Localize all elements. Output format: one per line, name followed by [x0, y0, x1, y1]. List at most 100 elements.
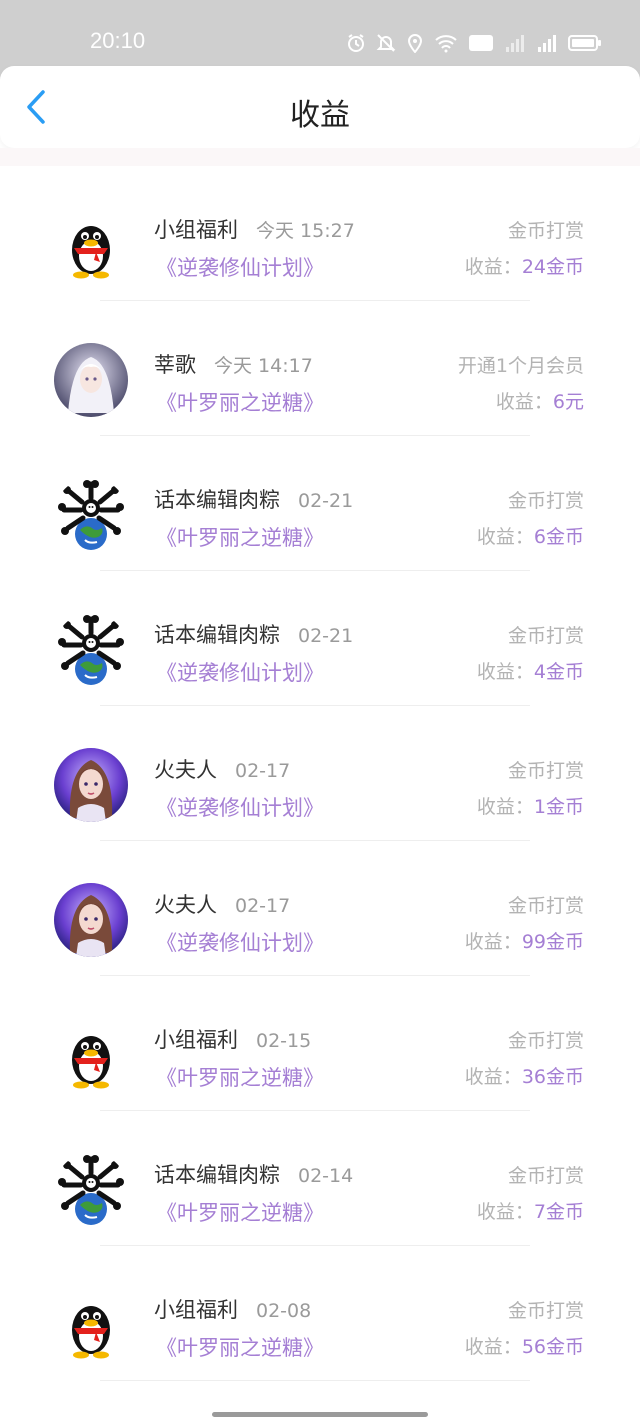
book-title-link[interactable]: 《叶罗丽之逆糖》 [156, 1062, 324, 1092]
user-name: 话本编辑肉粽 02-21 [154, 484, 353, 514]
5g-signal-icon [534, 33, 558, 53]
earning-value: 4金币 [533, 661, 584, 683]
user-name-text: 话本编辑肉粽 [154, 488, 280, 512]
timestamp: 今天 14:17 [214, 355, 313, 377]
list-item[interactable]: 火夫人 02-17 《逆袭修仙计划》 金币打赏收益：99金币 [0, 841, 640, 976]
user-name-text: 火夫人 [154, 893, 217, 917]
timestamp: 02-14 [298, 1165, 354, 1187]
earning-type: 开通1个月会员 [457, 355, 584, 377]
avatar[interactable] [54, 1288, 128, 1362]
user-name: 莘歌 今天 14:17 [154, 349, 313, 379]
timestamp: 02-17 [235, 760, 291, 782]
list-item[interactable]: 莘歌 今天 14:17 《叶罗丽之逆糖》 开通1个月会员收益：6元 [0, 301, 640, 436]
book-title-link[interactable]: 《逆袭修仙计划》 [156, 657, 324, 687]
location-icon [406, 33, 424, 53]
earning-amount: 收益：56金币 [465, 1332, 584, 1359]
book-title-link[interactable]: 《叶罗丽之逆糖》 [156, 1332, 324, 1362]
earning-amount: 收益：7金币 [477, 1197, 584, 1224]
book-title-link[interactable]: 《叶罗丽之逆糖》 [156, 1197, 324, 1227]
earning-amount: 收益：4金币 [477, 657, 584, 684]
earning-value: 1金币 [533, 796, 584, 818]
timestamp: 02-21 [298, 490, 354, 512]
list-item[interactable]: 话本编辑肉粽 02-14 《叶罗丽之逆糖》 金币打赏收益：7金币 [0, 1111, 640, 1246]
earning-label: 收益： [464, 1066, 522, 1088]
timestamp: 02-15 [256, 1030, 312, 1052]
book-title-link[interactable]: 《逆袭修仙计划》 [156, 252, 324, 282]
earning-type: 金币打赏 [507, 1030, 584, 1052]
status-icons [346, 30, 602, 56]
earning-amount: 收益：1金币 [477, 792, 584, 819]
earning-value: 6金币 [533, 526, 584, 548]
divider [100, 1380, 530, 1381]
earning-label: 收益： [464, 256, 522, 278]
user-name-text: 话本编辑肉粽 [154, 623, 280, 647]
earning-label: 收益： [476, 1201, 534, 1223]
header: 收益 [0, 66, 640, 148]
earning-type: 金币打赏 [507, 625, 584, 647]
earning-type: 金币打赏 [507, 490, 584, 512]
earning-value: 99金币 [521, 931, 584, 953]
list-item[interactable]: 小组福利 今天 15:27 《逆袭修仙计划》 金币打赏收益：24金币 [0, 166, 640, 301]
user-name-text: 火夫人 [154, 758, 217, 782]
avatar[interactable] [54, 1018, 128, 1092]
list-item[interactable]: 火夫人 02-17 《逆袭修仙计划》 金币打赏收益：1金币 [0, 706, 640, 841]
book-title-link[interactable]: 《叶罗丽之逆糖》 [156, 387, 324, 417]
earning-type: 金币打赏 [507, 220, 584, 242]
header-divider [0, 148, 640, 166]
earning-value: 56金币 [521, 1336, 584, 1358]
user-name: 火夫人 02-17 [154, 889, 290, 919]
avatar[interactable] [54, 343, 128, 417]
list-item[interactable]: 小组福利 02-15 《叶罗丽之逆糖》 金币打赏收益：36金币 [0, 976, 640, 1111]
alarm-icon [346, 33, 366, 53]
user-name-text: 小组福利 [154, 1298, 238, 1322]
earning-type: 金币打赏 [507, 1300, 584, 1322]
status-time: 20:10 [90, 28, 146, 53]
avatar[interactable] [54, 748, 128, 822]
page-title: 收益 [290, 98, 350, 133]
user-name-text: 莘歌 [154, 353, 196, 377]
earning-amount: 收益：99金币 [465, 927, 584, 954]
avatar[interactable] [54, 208, 128, 282]
list-item[interactable]: 小组福利 02-08 《叶罗丽之逆糖》 金币打赏收益：56金币 [0, 1246, 640, 1381]
earning-label: 收益： [495, 391, 553, 413]
earning-label: 收益： [476, 661, 534, 683]
earning-value: 36金币 [521, 1066, 584, 1088]
avatar[interactable] [54, 478, 128, 552]
avatar[interactable] [54, 1153, 128, 1227]
earning-type: 金币打赏 [507, 895, 584, 917]
home-indicator[interactable] [212, 1412, 428, 1417]
user-name: 话本编辑肉粽 02-21 [154, 619, 353, 649]
earning-label: 收益： [464, 1336, 522, 1358]
avatar[interactable] [54, 883, 128, 957]
list-item[interactable]: 话本编辑肉粽 02-21 《叶罗丽之逆糖》 金币打赏收益：6金币 [0, 436, 640, 571]
user-name: 小组福利 02-08 [154, 1294, 311, 1324]
book-title-link[interactable]: 《叶罗丽之逆糖》 [156, 522, 324, 552]
user-name-text: 小组福利 [154, 1028, 238, 1052]
timestamp: 02-17 [235, 895, 291, 917]
earning-label: 收益： [476, 526, 534, 548]
mute-bell-icon [376, 33, 396, 53]
earning-amount: 收益：6金币 [477, 522, 584, 549]
timestamp: 02-08 [256, 1300, 312, 1322]
earning-amount: 收益：24金币 [465, 252, 584, 279]
earning-type: 金币打赏 [507, 760, 584, 782]
earning-value: 6元 [552, 391, 584, 413]
earning-type: 金币打赏 [507, 1165, 584, 1187]
earning-amount: 收益：36金币 [465, 1062, 584, 1089]
timestamp: 02-21 [298, 625, 354, 647]
book-title-link[interactable]: 《逆袭修仙计划》 [156, 927, 324, 957]
earning-label: 收益： [476, 796, 534, 818]
signal-icon [504, 33, 524, 53]
wifi-icon [434, 33, 458, 53]
earning-value: 7金币 [533, 1201, 584, 1223]
user-name: 话本编辑肉粽 02-14 [154, 1159, 353, 1189]
user-name: 小组福利 02-15 [154, 1024, 311, 1054]
list-item[interactable]: 话本编辑肉粽 02-21 《逆袭修仙计划》 金币打赏收益：4金币 [0, 571, 640, 706]
user-name: 火夫人 02-17 [154, 754, 290, 784]
book-title-link[interactable]: 《逆袭修仙计划》 [156, 792, 324, 822]
battery-icon [568, 33, 602, 53]
user-name: 小组福利 今天 15:27 [154, 214, 355, 244]
user-name-text: 话本编辑肉粽 [154, 1163, 280, 1187]
avatar[interactable] [54, 613, 128, 687]
earning-label: 收益： [464, 931, 522, 953]
